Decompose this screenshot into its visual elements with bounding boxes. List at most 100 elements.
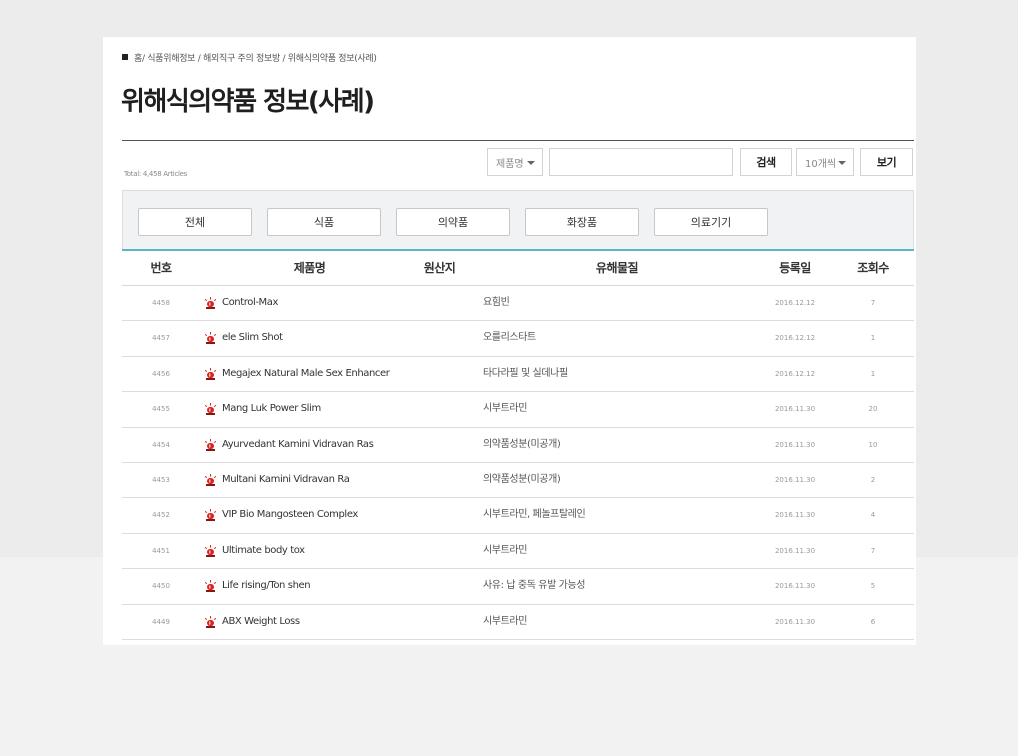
view-count: 10 bbox=[868, 440, 878, 449]
header-origin: 원산지 bbox=[423, 261, 456, 275]
product-name-link[interactable]: ABX Weight Loss bbox=[222, 605, 300, 639]
hazardous-substance: 의약품성분(미공개) bbox=[483, 473, 561, 485]
product-name-link[interactable]: ele Slim Shot bbox=[222, 321, 283, 355]
row-number: 4455 bbox=[152, 405, 170, 414]
row-number: 4454 bbox=[152, 440, 170, 449]
row-number: 4452 bbox=[152, 511, 170, 520]
table-row[interactable]: 4456 Megajex Natural Male Sex Enhancer 타… bbox=[122, 357, 914, 393]
table-row[interactable]: 4454 Ayurvedant Kamini Vidravan Ras 의약품성… bbox=[122, 428, 914, 463]
view-count: 7 bbox=[870, 546, 876, 555]
product-name-link[interactable]: Megajex Natural Male Sex Enhancer bbox=[222, 357, 390, 391]
filter-medical-device-button[interactable]: 의료기기 bbox=[654, 208, 768, 236]
table-row[interactable]: 4455 Mang Luk Power Slim 시부트라민 2016.11.3… bbox=[122, 392, 914, 428]
registration-date: 2016.11.30 bbox=[774, 546, 816, 555]
siren-icon bbox=[205, 580, 216, 593]
siren-icon bbox=[205, 332, 216, 345]
siren-icon bbox=[205, 438, 216, 451]
header-product-name: 제품명 bbox=[293, 261, 326, 275]
product-name-link[interactable]: Multani Kamini Vidravan Ra bbox=[222, 463, 350, 497]
siren-icon bbox=[205, 615, 216, 628]
table-row[interactable]: 4458 Control-Max 요힘빈 2016.12.12 7 bbox=[122, 286, 914, 322]
header-hazardous-substance: 유해물질 bbox=[595, 261, 639, 275]
filter-drug-button[interactable]: 의약품 bbox=[396, 208, 510, 236]
hazardous-substance: 의약품성분(미공개) bbox=[483, 438, 561, 450]
registration-date: 2016.12.12 bbox=[774, 299, 816, 307]
registration-date: 2016.11.30 bbox=[774, 582, 816, 591]
page-size-select-value: 10개씩 bbox=[805, 158, 837, 170]
siren-icon bbox=[205, 403, 216, 416]
registration-date: 2016.11.30 bbox=[774, 440, 816, 449]
table-row[interactable]: 4457 ele Slim Shot 오를리스타트 2016.12.12 1 bbox=[122, 321, 914, 357]
hazardous-substance: 사유: 납 중독 유발 가능성 bbox=[483, 580, 586, 592]
siren-icon bbox=[205, 544, 216, 557]
table-row[interactable]: 4450 Life rising/Ton shen 사유: 납 중독 유발 가능… bbox=[122, 569, 914, 605]
registration-date: 2016.11.30 bbox=[774, 511, 816, 520]
row-number: 4456 bbox=[152, 369, 170, 378]
search-field-select-value: 제품명 bbox=[496, 158, 524, 170]
table-header: 번호 제품명 원산지 유해물질 등록일 조회수 bbox=[122, 251, 914, 286]
hazardous-substance: 시부트라민 bbox=[483, 615, 528, 627]
header-registration-date: 등록일 bbox=[779, 261, 811, 275]
breadcrumb: 홈 / 식품위해정보 / 해외직구 주의 정보방 / 위해식의약품 정보(사례) bbox=[122, 51, 377, 64]
product-name-link[interactable]: Ultimate body tox bbox=[222, 534, 305, 568]
hazardous-substance: 오를리스타트 bbox=[483, 332, 536, 344]
siren-icon bbox=[205, 297, 216, 309]
row-number: 4453 bbox=[152, 475, 170, 484]
view-count: 6 bbox=[870, 617, 876, 626]
product-name-link[interactable]: VIP Bio Mangosteen Complex bbox=[222, 498, 358, 532]
search-field-select[interactable]: 제품명 bbox=[487, 148, 543, 176]
hazardous-substance: 시부트라민 bbox=[483, 544, 528, 556]
siren-icon bbox=[205, 509, 216, 522]
row-number: 4450 bbox=[152, 582, 170, 591]
page-size-select[interactable]: 10개씩 bbox=[796, 148, 854, 176]
registration-date: 2016.11.30 bbox=[774, 405, 816, 414]
filter-food-button[interactable]: 식품 bbox=[267, 208, 381, 236]
table-row[interactable]: 4453 Multani Kamini Vidravan Ra 의약품성분(미공… bbox=[122, 463, 914, 499]
view-count: 20 bbox=[868, 405, 878, 414]
hazardous-substance: 타다라필 및 실데나필 bbox=[483, 367, 568, 379]
filter-cosmetics-button[interactable]: 화장품 bbox=[525, 208, 639, 236]
registration-date: 2016.12.12 bbox=[774, 369, 816, 378]
view-count: 1 bbox=[870, 369, 876, 378]
breadcrumb-home[interactable]: 홈 bbox=[134, 51, 142, 64]
view-button[interactable]: 보기 bbox=[860, 148, 913, 176]
filter-all-button[interactable]: 전체 bbox=[138, 208, 252, 236]
product-name-link[interactable]: Control-Max bbox=[222, 286, 278, 320]
view-count: 7 bbox=[870, 299, 876, 307]
table-row[interactable]: 4449 ABX Weight Loss 시부트라민 2016.11.30 6 bbox=[122, 605, 914, 640]
search-input[interactable] bbox=[549, 148, 733, 176]
registration-date: 2016.11.30 bbox=[774, 617, 816, 626]
view-count: 2 bbox=[870, 475, 876, 484]
product-name-link[interactable]: Life rising/Ton shen bbox=[222, 569, 311, 603]
content-card: 홈 / 식품위해정보 / 해외직구 주의 정보방 / 위해식의약품 정보(사례)… bbox=[103, 37, 916, 645]
view-count: 1 bbox=[870, 334, 876, 343]
hazardous-substance: 시부트라민, 페놀프탈레인 bbox=[483, 509, 586, 521]
table-row[interactable]: 4451 Ultimate body tox 시부트라민 2016.11.30 … bbox=[122, 534, 914, 570]
product-name-link[interactable]: Ayurvedant Kamini Vidravan Ras bbox=[222, 428, 374, 462]
hazardous-substance: 요힘빈 bbox=[483, 297, 510, 308]
breadcrumb-path[interactable]: / 식품위해정보 / 해외직구 주의 정보방 / 위해식의약품 정보(사례) bbox=[142, 51, 377, 64]
view-count: 4 bbox=[870, 511, 876, 520]
product-name-link[interactable]: Mang Luk Power Slim bbox=[222, 392, 321, 426]
category-filter-bar: 전체 식품 의약품 화장품 의료기기 bbox=[122, 190, 914, 249]
view-count: 5 bbox=[870, 582, 876, 591]
hazardous-substance: 시부트라민 bbox=[483, 403, 528, 415]
title-divider bbox=[122, 140, 914, 141]
registration-date: 2016.11.30 bbox=[774, 475, 816, 484]
row-number: 4451 bbox=[152, 546, 170, 555]
header-views: 조회수 bbox=[857, 261, 889, 275]
row-number: 4458 bbox=[152, 299, 170, 307]
chevron-down-icon bbox=[527, 161, 535, 165]
total-count: Total: 4,458 Articles bbox=[124, 170, 187, 178]
table-body: 4458 Control-Max 요힘빈 2016.12.12 7 4457 e… bbox=[122, 286, 914, 640]
siren-icon bbox=[205, 367, 216, 380]
page-title: 위해식의약품 정보(사례) bbox=[121, 87, 375, 117]
siren-icon bbox=[205, 473, 216, 486]
registration-date: 2016.12.12 bbox=[774, 334, 816, 343]
header-number: 번호 bbox=[150, 261, 172, 275]
row-number: 4449 bbox=[152, 617, 170, 626]
table-row[interactable]: 4452 VIP Bio Mangosteen Complex 시부트라민, 페… bbox=[122, 498, 914, 534]
search-button[interactable]: 검색 bbox=[740, 148, 792, 176]
chevron-down-icon bbox=[838, 161, 846, 165]
home-icon bbox=[122, 54, 128, 60]
